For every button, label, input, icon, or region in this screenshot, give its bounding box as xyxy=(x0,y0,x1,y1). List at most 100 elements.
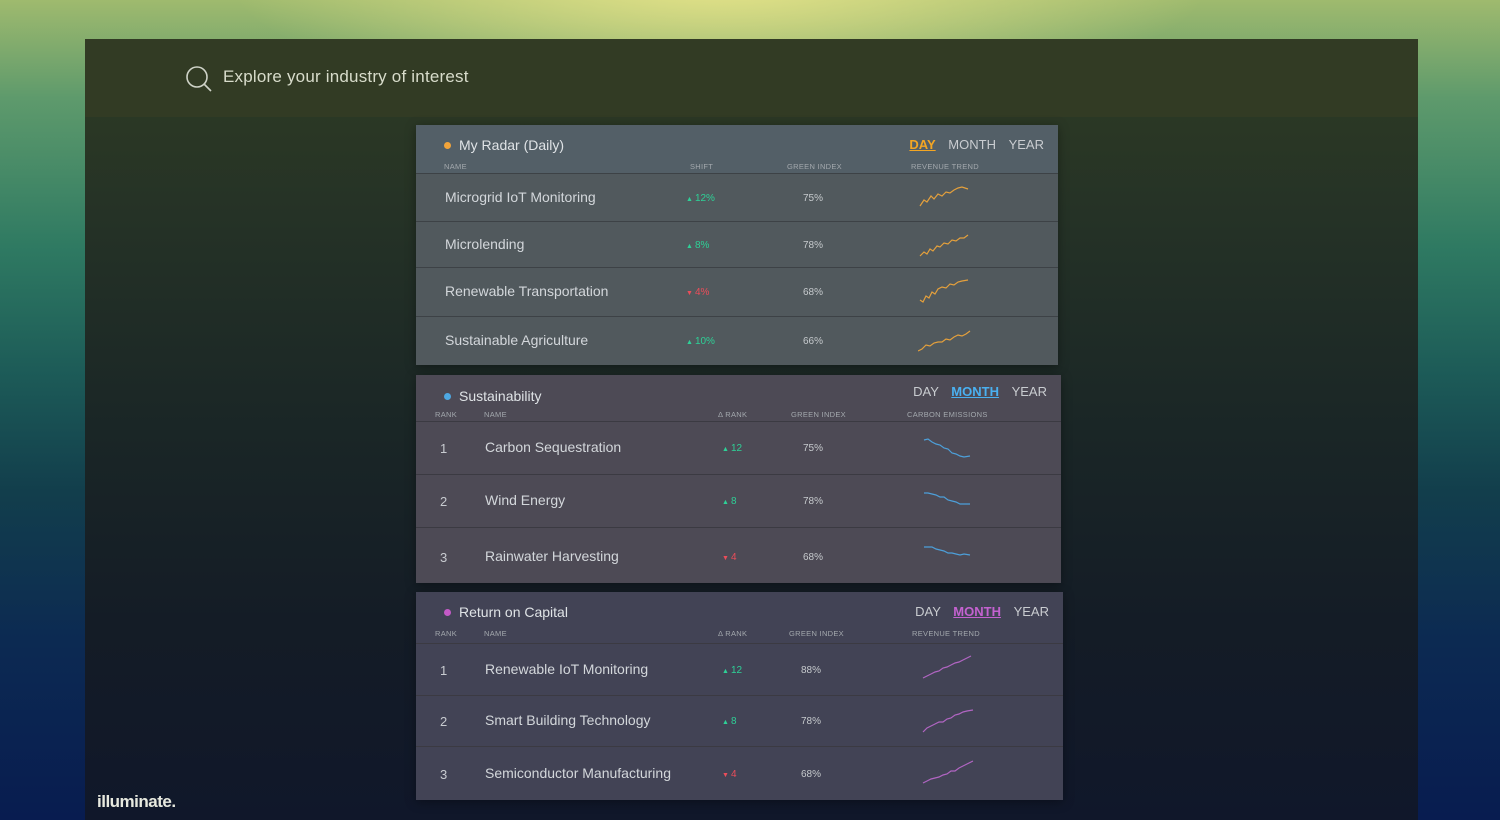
table-row[interactable]: 2 Smart Building Technology ▲ 8 78% xyxy=(416,695,1063,746)
capital-header: Return on Capital DAY MONTH YEAR RANK NA… xyxy=(416,592,1063,643)
table-row[interactable]: 2 Wind Energy ▲ 8 78% xyxy=(416,474,1061,527)
tab-month[interactable]: MONTH xyxy=(951,384,999,399)
green-index-value: 68% xyxy=(803,552,824,563)
arrow-up-icon: ▲ xyxy=(686,196,693,203)
column-header-delta-rank: Δ RANK xyxy=(718,410,748,419)
sparkline-line xyxy=(923,438,971,458)
industry-name[interactable]: Rainwater Harvesting xyxy=(485,548,619,564)
sparkline-chart xyxy=(918,330,971,352)
sustainability-title: Sustainability xyxy=(459,388,542,404)
tab-day[interactable]: DAY xyxy=(909,137,935,152)
search-icon[interactable] xyxy=(185,65,213,93)
table-row[interactable]: Microlending ▲ 8% 78% xyxy=(416,221,1058,267)
radar-panel: My Radar (Daily) DAY MONTH YEAR NAME SHI… xyxy=(416,125,1058,365)
sparkline-chart xyxy=(922,760,974,784)
industry-name[interactable]: Renewable Transportation xyxy=(445,283,608,299)
column-header-delta-rank: Δ RANK xyxy=(718,629,748,638)
industry-name[interactable]: Microgrid IoT Monitoring xyxy=(445,189,596,205)
column-header-rank: RANK xyxy=(435,410,458,419)
arrow-up-icon: ▲ xyxy=(722,668,729,675)
industry-name[interactable]: Sustainable Agriculture xyxy=(445,332,588,348)
shift-text: 8 xyxy=(730,716,737,727)
shift-text: 12 xyxy=(730,443,743,454)
sparkline-chart xyxy=(924,546,971,556)
rank-value: 1 xyxy=(440,663,448,678)
table-row[interactable]: 3 Semiconductor Manufacturing ▼ 4 68% xyxy=(416,746,1063,801)
delta-rank-value: ▲ 12 xyxy=(722,665,742,676)
tab-year[interactable]: YEAR xyxy=(1014,604,1049,619)
shift-text: 4 xyxy=(730,552,737,563)
green-index-value: 66% xyxy=(803,336,824,347)
search-bar[interactable]: Explore your industry of interest xyxy=(85,39,1418,117)
delta-rank-value: ▲ 8 xyxy=(722,716,737,727)
table-row[interactable]: Sustainable Agriculture ▲ 10% 66% xyxy=(416,316,1058,365)
sparkline-chart xyxy=(924,492,970,505)
sustainability-dot xyxy=(444,393,451,400)
sparkline-line xyxy=(919,186,969,207)
industry-name[interactable]: Smart Building Technology xyxy=(485,712,651,728)
industry-name[interactable]: Carbon Sequestration xyxy=(485,439,621,455)
sparkline-line xyxy=(922,655,972,679)
radar-period-tabs: DAY MONTH YEAR xyxy=(900,137,1044,152)
tab-day[interactable]: DAY xyxy=(913,384,939,399)
sparkline-line xyxy=(919,234,969,257)
sparkline-chart xyxy=(922,709,974,733)
capital-dot xyxy=(444,609,451,616)
table-row[interactable]: 1 Renewable IoT Monitoring ▲ 12 88% xyxy=(416,643,1063,695)
industry-name[interactable]: Renewable IoT Monitoring xyxy=(485,661,648,677)
green-index-value: 78% xyxy=(803,240,824,251)
sparkline-line xyxy=(922,709,974,733)
shift-text: 10% xyxy=(694,336,715,347)
column-header-rank: RANK xyxy=(435,629,458,638)
arrow-up-icon: ▲ xyxy=(722,719,729,726)
sparkline-line xyxy=(919,279,969,303)
tab-month[interactable]: MONTH xyxy=(948,137,996,152)
table-row[interactable]: 1 Carbon Sequestration ▲ 12 75% xyxy=(416,421,1061,474)
sustainability-panel: Sustainability DAY MONTH YEAR RANK NAME … xyxy=(416,375,1061,583)
column-header-name: NAME xyxy=(484,410,507,419)
green-index-value: 68% xyxy=(801,769,822,780)
tab-year[interactable]: YEAR xyxy=(1009,137,1044,152)
app-frame: Explore your industry of interest My Rad… xyxy=(85,39,1418,820)
arrow-down-icon: ▼ xyxy=(722,772,729,779)
arrow-down-icon: ▼ xyxy=(722,555,729,562)
rank-value: 3 xyxy=(440,767,448,782)
column-header-name: NAME xyxy=(484,629,507,638)
tab-year[interactable]: YEAR xyxy=(1012,384,1047,399)
table-row[interactable]: Renewable Transportation ▼ 4% 68% xyxy=(416,267,1058,316)
shift-value: ▲ 12% xyxy=(686,193,715,204)
table-row[interactable]: Microgrid IoT Monitoring ▲ 12% 75% xyxy=(416,173,1058,221)
arrow-up-icon: ▲ xyxy=(722,499,729,506)
rank-value: 2 xyxy=(440,494,448,509)
tab-month[interactable]: MONTH xyxy=(953,604,1001,619)
shift-text: 4% xyxy=(694,287,710,298)
shift-text: 8 xyxy=(730,496,737,507)
tab-day[interactable]: DAY xyxy=(915,604,941,619)
shift-text: 8% xyxy=(694,240,710,251)
radar-dot xyxy=(444,142,451,149)
arrow-up-icon: ▲ xyxy=(686,339,693,346)
industry-name[interactable]: Wind Energy xyxy=(485,492,565,508)
shift-value: ▼ 4% xyxy=(686,287,709,298)
column-header-green-index: GREEN INDEX xyxy=(791,410,846,419)
table-row[interactable]: 3 Rainwater Harvesting ▼ 4 68% xyxy=(416,527,1061,585)
column-header-revenue-trend: REVENUE TREND xyxy=(911,162,979,171)
arrow-down-icon: ▼ xyxy=(686,290,693,297)
sparkline-chart xyxy=(919,186,969,207)
column-header-green-index: GREEN INDEX xyxy=(789,629,844,638)
industry-name[interactable]: Microlending xyxy=(445,236,524,252)
sparkline-chart xyxy=(919,234,969,257)
sustainability-header: Sustainability DAY MONTH YEAR RANK NAME … xyxy=(416,375,1061,421)
sparkline-chart xyxy=(919,279,969,303)
rank-value: 2 xyxy=(440,714,448,729)
search-input[interactable]: Explore your industry of interest xyxy=(223,67,469,87)
green-index-value: 75% xyxy=(803,193,824,204)
green-index-value: 78% xyxy=(801,716,822,727)
sparkline-line xyxy=(922,760,974,784)
green-index-value: 68% xyxy=(803,287,824,298)
capital-period-tabs: DAY MONTH YEAR xyxy=(906,604,1049,619)
radar-header: My Radar (Daily) DAY MONTH YEAR NAME SHI… xyxy=(416,125,1058,173)
sustainability-period-tabs: DAY MONTH YEAR xyxy=(904,384,1047,399)
green-index-value: 75% xyxy=(803,443,824,454)
industry-name[interactable]: Semiconductor Manufacturing xyxy=(485,765,671,781)
